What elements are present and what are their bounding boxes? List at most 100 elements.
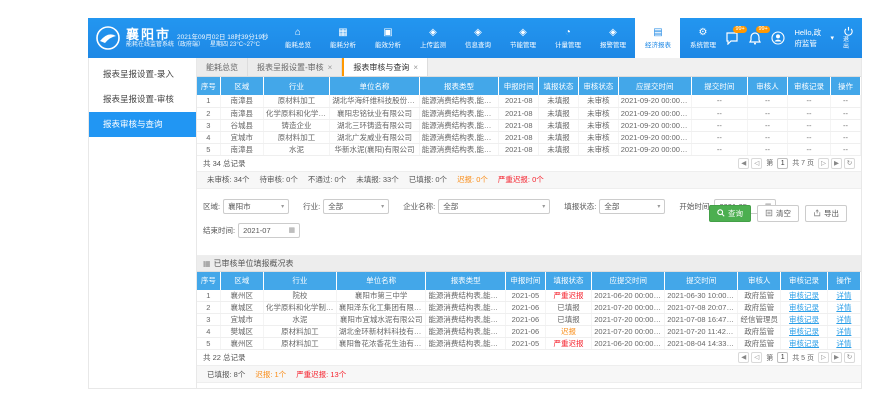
logout-button[interactable]: 退出 [843, 26, 854, 50]
table-cell: 襄阳忠铭钛业有限公司 [330, 107, 420, 119]
nav-item-upload-monitor[interactable]: ◈上传监测 [410, 18, 455, 58]
first-page-button[interactable]: ◀ [738, 158, 749, 169]
close-icon[interactable]: × [413, 63, 418, 72]
table-cell: 南漳县 [220, 143, 263, 155]
cell-link[interactable]: 详情 [836, 327, 851, 336]
table-cell: 湖北三环铸造有限公司 [330, 119, 420, 131]
column-header: 应提交时间 [618, 77, 691, 95]
select-value: 襄阳市 [228, 201, 251, 212]
search-button[interactable]: 查询 [709, 205, 751, 222]
last-page-button[interactable]: ▶ [831, 158, 842, 169]
table-cell: 2021-08 [499, 95, 539, 107]
nav-item-system[interactable]: ⚙系统管理 [680, 18, 725, 58]
table-row: 4宜城市原材料加工湖北广发威业有限公司能源消费结构表,能效指标...2021-0… [197, 131, 861, 143]
table-cell: 2021-06-30 10:00:33 [665, 290, 738, 302]
table-cell: 襄阳市第三中学 [336, 290, 426, 302]
industry-select[interactable]: 全部 ▾ [323, 199, 389, 214]
select-value: 全部 [604, 201, 619, 212]
last-page-button[interactable]: ▶ [831, 352, 842, 363]
shield-icon: ◈ [519, 28, 527, 38]
city-logo-icon [95, 25, 121, 51]
clear-button[interactable]: 清空 [757, 205, 799, 222]
user-menu[interactable]: Hello,政府监管 ▾ [794, 27, 834, 49]
table-cell: 2021-06 [506, 314, 546, 326]
column-header: 应提交时间 [592, 272, 665, 290]
close-icon[interactable]: × [328, 63, 333, 72]
table-row: 2南漳县化学原料和化学制品制造业襄阳忠铭钛业有限公司能源消费结构表,能效指标..… [197, 107, 861, 119]
column-header: 行业 [263, 77, 329, 95]
header-right: 99+ 99+ Hello,政府监管 ▾ 退出 [725, 18, 862, 58]
cell-link[interactable]: 详情 [836, 339, 851, 348]
column-header: 报表类型 [426, 272, 506, 290]
table-cell: -- [748, 143, 788, 155]
stat-item: 未填报: 33个 [356, 174, 399, 185]
table-cell: 未填报 [539, 143, 579, 155]
next-page-button[interactable]: ▷ [818, 352, 829, 363]
sidebar-item-2[interactable]: 报表呈报设置-审核 [89, 87, 196, 112]
user-avatar-icon[interactable] [771, 31, 785, 45]
table-cell: 原材料加工 [263, 131, 329, 143]
prev-page-button[interactable]: ◁ [751, 158, 762, 169]
tab-energy-overview[interactable]: 能耗总览 [197, 58, 248, 76]
table-cell: 襄阳市宜城水泥有限公司 [336, 314, 426, 326]
table-cell: 审核记录 [781, 290, 827, 302]
nav-item-energy-analysis[interactable]: ▦能耗分析 [320, 18, 365, 58]
nav-item-energy-overview[interactable]: ⌂能耗总览 [275, 18, 320, 58]
record-count: 共 34 总记录 [203, 158, 246, 169]
nav-item-alarm[interactable]: ◈报警管理 [590, 18, 635, 58]
table-cell: 5 [197, 338, 220, 350]
table-cell: 2 [197, 302, 220, 314]
current-page-input[interactable]: 1 [777, 158, 788, 169]
cell-link[interactable]: 详情 [836, 315, 851, 324]
fill-status-select[interactable]: 全部 ▾ [599, 199, 665, 214]
table-cell: 未审核 [578, 107, 618, 119]
refresh-icon[interactable]: ↻ [844, 158, 855, 169]
end-time-input[interactable]: 2021-07 ▦ [238, 223, 300, 238]
table-cell: -- [691, 95, 747, 107]
message-icon[interactable]: 99+ [725, 31, 739, 45]
grid-icon: ▦ [203, 259, 211, 268]
cell-link[interactable]: 审核记录 [789, 339, 819, 348]
nav-item-metering[interactable]: ◔计量管理 [545, 18, 590, 58]
export-button[interactable]: 导出 [805, 205, 847, 222]
nav-item-efficiency-analysis[interactable]: ▣能效分析 [365, 18, 410, 58]
nav-item-label: 能效分析 [375, 39, 401, 49]
table-cell: 2021-09-20 00:00:00 [618, 119, 691, 131]
nav-item-economic-report[interactable]: ▤经济报表 [635, 18, 680, 58]
table-cell: 政府监管 [738, 326, 781, 338]
search-icon [717, 209, 725, 217]
sidebar-item-1[interactable]: 报表呈报设置-录入 [89, 62, 196, 87]
stat-item: 不通过: 0个 [308, 174, 346, 185]
column-header: 行业 [263, 272, 336, 290]
column-header: 申报时间 [499, 77, 539, 95]
nav-item-label: 报警管理 [600, 39, 626, 49]
alert-bell-icon[interactable]: 99+ [748, 31, 762, 45]
next-page-button[interactable]: ▷ [818, 158, 829, 169]
table-cell: 湖北广发威业有限公司 [330, 131, 420, 143]
filter-panel: 区域: 襄阳市 ▾ 行业: 全部 ▾ 企业名称: [197, 189, 861, 256]
tab-bar: 能耗总览报表呈报设置-审核×报表审核与查询× [197, 58, 861, 77]
cell-link[interactable]: 审核记录 [789, 327, 819, 336]
weekday-weather: 星期四 23°C~27°C [210, 42, 260, 49]
company-select[interactable]: 全部 ▾ [438, 199, 550, 214]
column-header: 填报状态 [545, 272, 591, 290]
table-cell: 2021-07-20 11:42:35 [665, 326, 738, 338]
cell-link[interactable]: 审核记录 [789, 303, 819, 312]
cell-link[interactable]: 详情 [836, 303, 851, 312]
cell-link[interactable]: 审核记录 [789, 291, 819, 300]
tab-report-audit-query[interactable]: 报表审核与查询× [342, 58, 428, 76]
first-page-button[interactable]: ◀ [738, 352, 749, 363]
nav-item-energy-saving[interactable]: ◈节能管理 [500, 18, 545, 58]
sidebar-item-3[interactable]: 报表审核与查询 [89, 112, 196, 137]
home-icon: ⌂ [295, 28, 301, 38]
filter-label: 开始时间: [679, 201, 711, 212]
prev-page-button[interactable]: ◁ [751, 352, 762, 363]
current-page-input[interactable]: 1 [777, 352, 788, 363]
nav-item-info-query[interactable]: ◈信息查询 [455, 18, 500, 58]
cell-link[interactable]: 详情 [836, 291, 851, 300]
table-cell: -- [831, 107, 861, 119]
cell-link[interactable]: 审核记录 [789, 315, 819, 324]
refresh-icon[interactable]: ↻ [844, 352, 855, 363]
tab-report-setting-audit[interactable]: 报表呈报设置-审核× [248, 58, 342, 76]
region-select[interactable]: 襄阳市 ▾ [223, 199, 289, 214]
